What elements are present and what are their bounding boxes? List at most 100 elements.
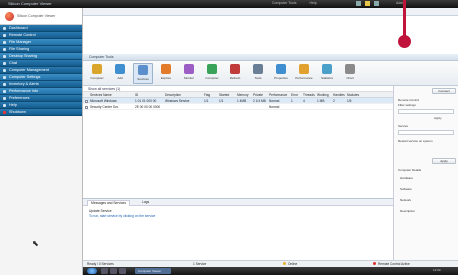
taskbar: Computer Viewer 12:00 bbox=[83, 267, 458, 275]
app-title: Silicon Computer Viewer bbox=[8, 1, 52, 6]
toolbar-label: Chart bbox=[346, 76, 354, 80]
sidebar-item-6[interactable]: Computer Management bbox=[0, 67, 82, 74]
taskbar-icon-1[interactable] bbox=[101, 268, 108, 274]
rp-line-9: Description bbox=[400, 209, 416, 213]
filter-label[interactable]: Show all services (1) bbox=[88, 87, 120, 91]
nav-item-icon bbox=[3, 55, 6, 58]
toolbar-icon bbox=[92, 64, 102, 74]
taskbar-app[interactable]: Computer Viewer bbox=[135, 268, 171, 274]
sidebar-item-12[interactable]: Shutdown bbox=[0, 109, 82, 116]
rp-line-2[interactable]: Apply bbox=[434, 116, 442, 120]
toolbar-icon bbox=[253, 64, 263, 74]
sidebar-item-8[interactable]: Inventory & Alerts bbox=[0, 81, 82, 88]
settings-icon[interactable] bbox=[374, 1, 380, 6]
toolbar-button-10[interactable]: Statistics bbox=[317, 63, 337, 84]
taskbar-icon-2[interactable] bbox=[110, 268, 117, 274]
toolbar-icon bbox=[207, 64, 217, 74]
toolbar-label: Services bbox=[137, 77, 149, 81]
sidebar-logo: Silicon Computer Viewer bbox=[0, 8, 82, 25]
rp-line-0: Remote Control bbox=[398, 98, 420, 102]
toolbar-icon bbox=[161, 64, 171, 74]
toolbar-icon bbox=[230, 64, 240, 74]
sidebar-item-1[interactable]: Remote Control bbox=[0, 32, 82, 39]
service-input[interactable] bbox=[398, 130, 454, 135]
table-cell: Normal bbox=[269, 105, 280, 109]
sidebar-item-7[interactable]: Computer Settings bbox=[0, 74, 82, 81]
sidebar: Silicon Computer Viewer Dashboard Remote … bbox=[0, 8, 83, 275]
toolbar-button-6[interactable]: Refresh bbox=[225, 63, 245, 84]
nav-item-icon bbox=[3, 104, 6, 107]
filter-input[interactable] bbox=[398, 109, 454, 114]
toolbar-button-2[interactable]: Services bbox=[133, 63, 153, 84]
remote-icon bbox=[373, 262, 376, 265]
status-bar: Ready / 0 Services 1 Service Online Remo… bbox=[83, 260, 458, 267]
toolbar-button-11[interactable]: Chart bbox=[340, 63, 360, 84]
nav-item-icon bbox=[3, 41, 6, 44]
sidebar-item-label: File Manager bbox=[9, 40, 32, 44]
toolbar-label: Tools bbox=[254, 76, 262, 80]
sidebar-item-10[interactable]: Preferences bbox=[0, 95, 82, 102]
annotation-pointer bbox=[403, 0, 406, 37]
table-row[interactable]: Security Center Svc 2E 00 00 00 0000 Norma… bbox=[83, 104, 393, 110]
toolbar-button-8[interactable]: Properties bbox=[271, 63, 291, 84]
nav-item-icon bbox=[3, 90, 6, 93]
toolbar-label: Computer bbox=[90, 76, 104, 80]
bottom-tabs: Messages and Services Logs bbox=[83, 199, 393, 206]
toolbar-button-4[interactable]: Monitor bbox=[179, 63, 199, 84]
rp-line-4[interactable]: Restart service on system bbox=[398, 139, 433, 143]
rp-line-7: Software bbox=[400, 187, 412, 191]
toolbar-button-7[interactable]: Tools bbox=[248, 63, 268, 84]
sidebar-item-label: Dashboard bbox=[9, 26, 28, 30]
row-checkbox[interactable] bbox=[85, 105, 88, 109]
toolbar-button-5[interactable]: Computer bbox=[202, 63, 222, 84]
sidebar-item-label: Chat bbox=[9, 61, 18, 65]
sidebar-item-5[interactable]: Chat bbox=[0, 60, 82, 67]
toolbar-icon bbox=[276, 64, 286, 74]
sidebar-item-11[interactable]: Help bbox=[0, 102, 82, 109]
sidebar-item-2[interactable]: File Manager bbox=[0, 39, 82, 46]
main-app: Computer Tools Computer Add Services Explor… bbox=[83, 8, 458, 275]
toolbar-icon bbox=[322, 64, 332, 74]
nav-item-icon bbox=[3, 62, 6, 65]
start-button[interactable] bbox=[87, 268, 97, 274]
toolbar-label: Explore bbox=[160, 76, 172, 80]
connect-button[interactable]: Connect bbox=[432, 88, 456, 94]
bottom-link[interactable]: To run, start service by clicking on the… bbox=[89, 214, 155, 218]
top-icons bbox=[356, 1, 382, 7]
pane-title: Computer Tools bbox=[89, 55, 114, 59]
tab-messages[interactable]: Messages and Services bbox=[87, 200, 131, 206]
taskbar-clock: 12:00 bbox=[433, 268, 441, 272]
toolbar-label: Statistics bbox=[320, 76, 333, 80]
sidebar-item-label: File Sharing bbox=[9, 47, 30, 51]
tab-logs[interactable]: Logs bbox=[139, 200, 152, 205]
top-link-help[interactable]: Help bbox=[309, 1, 316, 5]
sidebar-item-3[interactable]: File Sharing bbox=[0, 46, 82, 53]
sidebar-item-9[interactable]: Performance Info bbox=[0, 88, 82, 95]
pane-title-bar: Computer Tools bbox=[83, 54, 458, 61]
toolbar-label: Refresh bbox=[229, 76, 241, 80]
toolbar-button-3[interactable]: Explore bbox=[156, 63, 176, 84]
toolbar-button-1[interactable]: Add bbox=[110, 63, 130, 84]
mouse-cursor-icon: ⬉ bbox=[32, 239, 39, 248]
toolbar-label: Properties bbox=[274, 76, 288, 80]
nav-item-icon bbox=[3, 76, 6, 79]
top-link-tools[interactable]: Computer Tools bbox=[272, 1, 296, 5]
apply-button[interactable]: Apply bbox=[432, 158, 456, 164]
taskbar-icon-3[interactable] bbox=[119, 268, 126, 274]
monitor-icon[interactable] bbox=[356, 1, 361, 6]
toolbar-button-0[interactable]: Computer bbox=[87, 63, 107, 84]
top-bar: Silicon Computer Viewer Computer Tools H… bbox=[0, 0, 458, 8]
sidebar-item-4[interactable]: Desktop Sharing bbox=[0, 53, 82, 60]
sidebar-item-0[interactable]: Dashboard bbox=[0, 25, 82, 32]
sidebar-item-label: Help bbox=[9, 103, 17, 107]
toolbar-icon bbox=[299, 64, 309, 74]
services-grid: Services Name ID Description Flag Started Mem… bbox=[83, 92, 393, 202]
sidebar-item-label: Inventory & Alerts bbox=[9, 82, 39, 86]
alert-icon[interactable] bbox=[365, 1, 371, 6]
toolbar-button-9[interactable]: Performance bbox=[294, 63, 314, 84]
top-links: Computer Tools Help bbox=[272, 1, 329, 5]
table-cell: Security Center Svc bbox=[90, 105, 119, 109]
sidebar-item-label: Preferences bbox=[9, 96, 30, 100]
row-checkbox[interactable] bbox=[85, 99, 88, 103]
nav-item-icon bbox=[3, 111, 6, 114]
